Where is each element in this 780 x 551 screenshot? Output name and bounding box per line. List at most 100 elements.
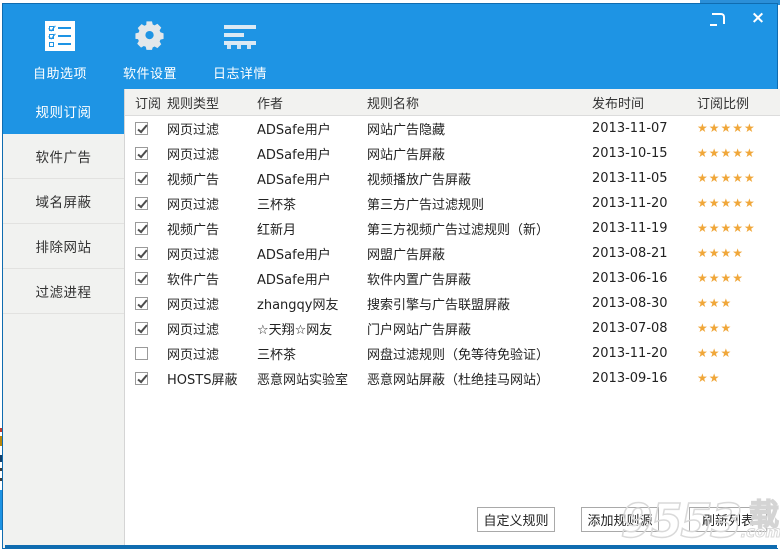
table-row[interactable]: 网页过滤 ☆天翔☆网友 门户网站广告屏蔽 2013-07-08 ★★★ xyxy=(125,316,780,341)
table-row[interactable]: 视频广告 ADSafe用户 视频播放广告屏蔽 2013-11-05 ★★★★★ xyxy=(125,166,780,191)
cell-rule-type: 视频广告 xyxy=(167,173,220,188)
cell-author: ADSafe用户 xyxy=(257,173,331,188)
star-rating: ★★★★ xyxy=(697,271,745,285)
subscribe-checkbox[interactable] xyxy=(135,222,148,235)
column-header-rule-type[interactable]: 规则类型 xyxy=(167,89,257,116)
nav-label-log-details: 日志详情 xyxy=(212,67,267,82)
close-window-icon[interactable]: × xyxy=(747,8,769,28)
cell-author: 三杯茶 xyxy=(257,348,297,363)
star-rating: ★★★★★ xyxy=(697,171,756,185)
custom-rule-button[interactable]: 自定义规则 xyxy=(477,507,555,532)
star-rating: ★★★★★ xyxy=(697,221,756,235)
cell-rule-name: 网盟广告屏蔽 xyxy=(367,248,446,263)
cell-rule-name: 网站广告隐藏 xyxy=(367,123,446,138)
cell-subscribe xyxy=(125,291,167,316)
cell-rule-name: 视频播放广告屏蔽 xyxy=(367,173,472,188)
window-controls: × xyxy=(707,8,769,28)
column-header-rule-name[interactable]: 规则名称 xyxy=(367,89,592,116)
sidebar-item-2[interactable]: 域名屏蔽 xyxy=(3,179,124,224)
cell-rule-name: 恶意网站屏蔽（杜绝挂马网站） xyxy=(367,373,550,388)
cell-subscribe-ratio: ★★★★★ xyxy=(697,116,780,142)
table-row[interactable]: HOSTS屏蔽 恶意网站实验室 恶意网站屏蔽（杜绝挂马网站） 2013-09-16 ★★ xyxy=(125,366,780,391)
sidebar-item-0[interactable]: 规则订阅 xyxy=(3,89,124,134)
restore-window-icon[interactable] xyxy=(707,8,729,28)
cell-rule-name: 搜索引擎与广告联盟屏蔽 xyxy=(367,298,511,313)
subscribe-checkbox[interactable] xyxy=(135,197,148,210)
cell-rule-name: 第三方视频广告过滤规则（新） xyxy=(367,223,550,238)
subscribe-checkbox[interactable] xyxy=(135,297,148,310)
nav-item-log-details[interactable]: 日志详情 xyxy=(195,17,285,82)
footer-bar: 自定义规则 添加规则源 刷新列表 9553.com 载 xyxy=(125,496,780,548)
cell-rule-name: 门户网站广告屏蔽 xyxy=(367,323,472,338)
cell-publish-time: 2013-09-16 xyxy=(592,371,668,386)
subscribe-checkbox[interactable] xyxy=(135,172,148,185)
cell-rule-type: 软件广告 xyxy=(167,273,220,288)
rules-table: 订阅 规则类型 作者 规则名称 发布时间 订阅比例 网页过滤 ADSafe用户 网站… xyxy=(125,89,780,391)
nav-label-software-settings: 软件设置 xyxy=(122,67,177,82)
add-rule-source-button[interactable]: 添加规则源 xyxy=(581,507,659,532)
cell-subscribe xyxy=(125,116,167,142)
cell-author: 红新月 xyxy=(257,223,297,238)
cell-rule-name: 网站广告屏蔽 xyxy=(367,148,446,163)
cell-rule-type: HOSTS屏蔽 xyxy=(167,373,238,388)
cell-publish-time: 2013-08-30 xyxy=(592,296,668,311)
refresh-list-button[interactable]: 刷新列表 xyxy=(689,507,767,532)
gear-icon xyxy=(135,17,165,55)
subscribe-checkbox[interactable] xyxy=(135,147,148,160)
subscribe-checkbox[interactable] xyxy=(135,347,148,360)
cell-subscribe-ratio: ★★★ xyxy=(697,341,780,366)
cell-publish-time: 2013-11-07 xyxy=(592,121,668,136)
rules-table-header: 订阅 规则类型 作者 规则名称 发布时间 订阅比例 xyxy=(125,89,780,116)
table-row[interactable]: 网页过滤 三杯茶 网盘过滤规则（免等待免验证） 2013-11-20 ★★★ xyxy=(125,341,780,366)
table-row[interactable]: 网页过滤 zhangqy网友 搜索引擎与广告联盟屏蔽 2013-08-30 ★★★ xyxy=(125,291,780,316)
main-window: × 自助选项 软件设置 日志详情 规则订阅 软件广告 域名屏蔽 排除网站 过滤进… xyxy=(2,3,780,549)
sidebar-item-1[interactable]: 软件广告 xyxy=(3,134,124,179)
nav-item-software-settings[interactable]: 软件设置 xyxy=(105,17,195,82)
subscribe-checkbox[interactable] xyxy=(135,272,148,285)
table-row[interactable]: 软件广告 ADSafe用户 软件内置广告屏蔽 2013-06-16 ★★★★ xyxy=(125,266,780,291)
cell-subscribe-ratio: ★★ xyxy=(697,366,780,391)
star-rating: ★★★★★ xyxy=(697,196,756,210)
subscribe-checkbox[interactable] xyxy=(135,247,148,260)
table-row[interactable]: 网页过滤 ADSafe用户 网盟广告屏蔽 2013-08-21 ★★★★ xyxy=(125,241,780,266)
cell-subscribe-ratio: ★★★★★ xyxy=(697,191,780,216)
app-header: × 自助选项 软件设置 日志详情 xyxy=(3,4,777,89)
cell-publish-time: 2013-10-15 xyxy=(592,146,668,161)
cell-author: ADSafe用户 xyxy=(257,148,331,163)
column-header-subscribe[interactable]: 订阅 xyxy=(125,89,167,116)
subscribe-checkbox[interactable] xyxy=(135,122,148,135)
star-rating: ★★ xyxy=(697,371,721,385)
cell-publish-time: 2013-11-05 xyxy=(592,171,668,186)
star-rating: ★★★ xyxy=(697,321,733,335)
cell-author: ADSafe用户 xyxy=(257,273,331,288)
column-header-subscribe-ratio[interactable]: 订阅比例 xyxy=(697,89,780,116)
cell-subscribe xyxy=(125,241,167,266)
checklist-icon xyxy=(45,17,75,55)
cell-rule-type: 网页过滤 xyxy=(167,198,220,213)
sidebar-item-4[interactable]: 过滤进程 xyxy=(3,269,124,314)
nav-item-self-help-options[interactable]: 自助选项 xyxy=(15,17,105,82)
cell-subscribe-ratio: ★★★★ xyxy=(697,241,780,266)
cell-author: ☆天翔☆网友 xyxy=(257,323,333,338)
table-row[interactable]: 网页过滤 ADSafe用户 网站广告屏蔽 2013-10-15 ★★★★★ xyxy=(125,141,780,166)
star-rating: ★★★★★ xyxy=(697,146,756,160)
log-list-icon xyxy=(224,17,256,55)
cell-subscribe-ratio: ★★★★★ xyxy=(697,216,780,241)
cell-subscribe xyxy=(125,191,167,216)
cell-rule-type: 视频广告 xyxy=(167,223,220,238)
rules-table-body: 网页过滤 ADSafe用户 网站广告隐藏 2013-11-07 ★★★★★ 网页过滤 ADS… xyxy=(125,116,780,392)
subscribe-checkbox[interactable] xyxy=(135,322,148,335)
table-row[interactable]: 视频广告 红新月 第三方视频广告过滤规则（新） 2013-11-19 ★★★★★ xyxy=(125,216,780,241)
table-row[interactable]: 网页过滤 ADSafe用户 网站广告隐藏 2013-11-07 ★★★★★ xyxy=(125,116,780,142)
subscribe-checkbox[interactable] xyxy=(135,372,148,385)
cell-publish-time: 2013-07-08 xyxy=(592,321,668,336)
column-header-author[interactable]: 作者 xyxy=(257,89,367,116)
column-header-publish-time[interactable]: 发布时间 xyxy=(592,89,697,116)
cell-author: zhangqy网友 xyxy=(257,298,339,313)
cell-subscribe xyxy=(125,166,167,191)
table-row[interactable]: 网页过滤 三杯茶 第三方广告过滤规则 2013-11-20 ★★★★★ xyxy=(125,191,780,216)
cell-subscribe xyxy=(125,366,167,391)
sidebar-item-3[interactable]: 排除网站 xyxy=(3,224,124,269)
cell-rule-name: 软件内置广告屏蔽 xyxy=(367,273,472,288)
cell-rule-type: 网页过滤 xyxy=(167,123,220,138)
